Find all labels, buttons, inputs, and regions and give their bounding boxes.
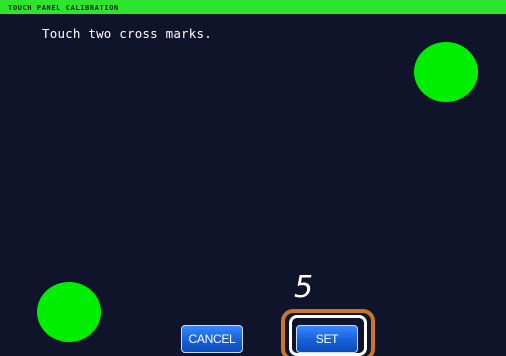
instruction-text: Touch two cross marks. [42, 26, 212, 41]
calibration-mark-top-right[interactable] [414, 42, 478, 102]
set-button-highlight-inner [289, 315, 367, 356]
touch-panel-calibration-screen: TOUCH PANEL CALIBRATION Touch two cross … [0, 0, 506, 356]
step-number: 5 [294, 270, 314, 305]
screen: TOUCH PANEL CALIBRATION Touch two cross … [0, 0, 506, 356]
title-bar: TOUCH PANEL CALIBRATION [0, 2, 506, 14]
cancel-button[interactable]: CANCEL [181, 325, 243, 353]
calibration-mark-bottom-left[interactable] [37, 282, 101, 342]
screen-title: TOUCH PANEL CALIBRATION [8, 4, 119, 12]
